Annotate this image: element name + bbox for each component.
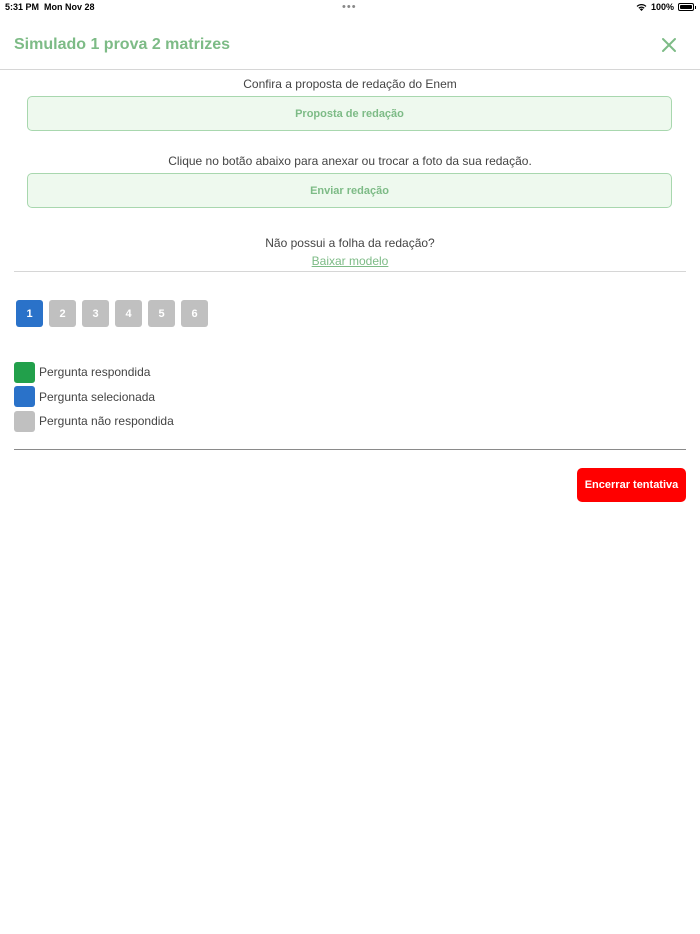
question-button-1[interactable]: 1 bbox=[16, 300, 43, 327]
end-attempt-button[interactable]: Encerrar tentativa bbox=[577, 468, 686, 502]
status-time: 5:31 PM bbox=[5, 2, 40, 12]
status-date: Mon Nov 28 bbox=[44, 2, 95, 12]
upload-essay-button[interactable]: Enviar redação bbox=[27, 173, 672, 208]
divider bbox=[14, 449, 686, 450]
question-button-5[interactable]: 5 bbox=[148, 300, 175, 327]
question-navigator: 1 2 3 4 5 6 bbox=[16, 300, 208, 327]
selected-swatch bbox=[14, 386, 35, 408]
unanswered-swatch bbox=[14, 410, 35, 432]
battery-percent: 100% bbox=[650, 2, 674, 12]
question-button-6[interactable]: 6 bbox=[181, 300, 208, 327]
multitasking-dots[interactable]: ••• bbox=[342, 1, 357, 13]
question-button-3[interactable]: 3 bbox=[82, 300, 109, 327]
legend-item-selected: Pergunta selecionada bbox=[14, 386, 174, 408]
question-button-4[interactable]: 4 bbox=[115, 300, 142, 327]
download-template-link[interactable]: Baixar modelo bbox=[0, 254, 700, 268]
legend: Pergunta respondida Pergunta selecionada… bbox=[14, 361, 174, 436]
status-right: 100% bbox=[636, 2, 696, 12]
upload-prompt: Clique no botão abaixo para anexar ou tr… bbox=[168, 154, 532, 168]
template-question: Não possui a folha da redação? bbox=[265, 236, 435, 250]
legend-label: Pergunta respondida bbox=[39, 365, 151, 379]
battery-icon bbox=[678, 3, 696, 11]
legend-label: Pergunta não respondida bbox=[39, 414, 174, 429]
proposal-prompt: Confira a proposta de redação do Enem bbox=[243, 77, 457, 91]
page-title: Simulado 1 prova 2 matrizes bbox=[14, 36, 231, 53]
legend-item-answered: Pergunta respondida bbox=[14, 361, 174, 383]
divider bbox=[14, 271, 686, 272]
legend-item-unanswered: Pergunta não respondida bbox=[14, 410, 174, 432]
close-button[interactable] bbox=[660, 36, 678, 54]
close-icon bbox=[662, 38, 676, 52]
answered-swatch bbox=[14, 361, 35, 383]
status-bar: 5:31 PM Mon Nov 28 ••• 100% bbox=[0, 0, 700, 14]
wifi-icon bbox=[636, 3, 647, 11]
question-button-2[interactable]: 2 bbox=[49, 300, 76, 327]
legend-label: Pergunta selecionada bbox=[39, 389, 156, 404]
header: Simulado 1 prova 2 matrizes bbox=[0, 22, 700, 70]
proposal-button[interactable]: Proposta de redação bbox=[27, 96, 672, 131]
